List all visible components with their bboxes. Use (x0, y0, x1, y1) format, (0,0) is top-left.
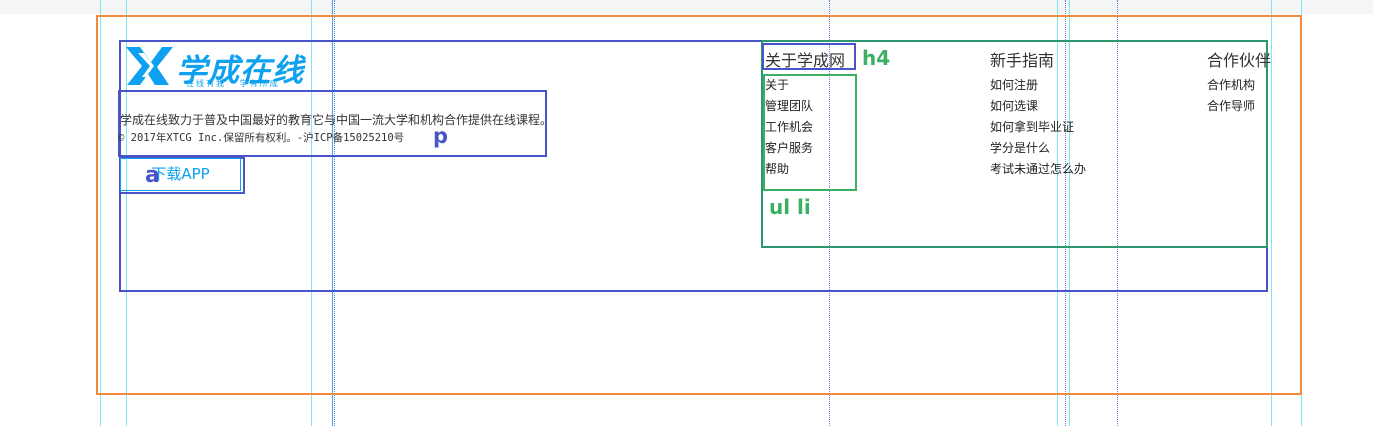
column-list-partners: 合作机构 合作导师 (1207, 75, 1255, 117)
logo-slogan: 在线有我 · 学有所成 (186, 79, 280, 88)
column-link[interactable]: 客户服务 (765, 138, 813, 159)
column-list-guide: 如何注册 如何选课 如何拿到毕业证 学分是什么 考试未通过怎么办 (990, 75, 1086, 180)
column-link[interactable]: 如何拿到毕业证 (990, 117, 1086, 138)
column-list-about: 关于 管理团队 工作机会 客户服务 帮助 (765, 75, 813, 180)
column-link[interactable]: 考试未通过怎么办 (990, 159, 1086, 180)
column-title-about: 关于学成网 (765, 51, 846, 70)
download-app-link[interactable]: 下载APP (120, 158, 241, 191)
column-link[interactable]: 学分是什么 (990, 138, 1086, 159)
copyright-text: © 2017年XTCG Inc.保留所有权利。-沪ICP备15025210号 (118, 132, 405, 144)
column-link[interactable]: 如何选课 (990, 96, 1086, 117)
annotation-ul-li: ul li (769, 195, 811, 219)
top-strip (0, 0, 1373, 14)
column-link[interactable]: 工作机会 (765, 117, 813, 138)
column-link[interactable]: 合作机构 (1207, 75, 1255, 96)
column-link[interactable]: 帮助 (765, 159, 813, 180)
annotation-p: p (433, 124, 449, 148)
brand-logo[interactable]: 学成在线 在线有我 · 学有所成 (124, 45, 320, 89)
column-link[interactable]: 如何注册 (990, 75, 1086, 96)
annotation-h4: h4 (862, 46, 891, 70)
column-link[interactable]: 合作导师 (1207, 96, 1255, 117)
column-title-guide: 新手指南 (990, 51, 1055, 70)
column-title-partners: 合作伙伴 (1207, 51, 1272, 70)
column-link[interactable]: 管理团队 (765, 96, 813, 117)
intro-paragraph: 学成在线致力于普及中国最好的教育它与中国一流大学和机构合作提供在线课程。 (120, 113, 553, 127)
column-link[interactable]: 关于 (765, 75, 813, 96)
annotation-a: a (145, 163, 160, 188)
logo-x-icon (126, 47, 173, 85)
